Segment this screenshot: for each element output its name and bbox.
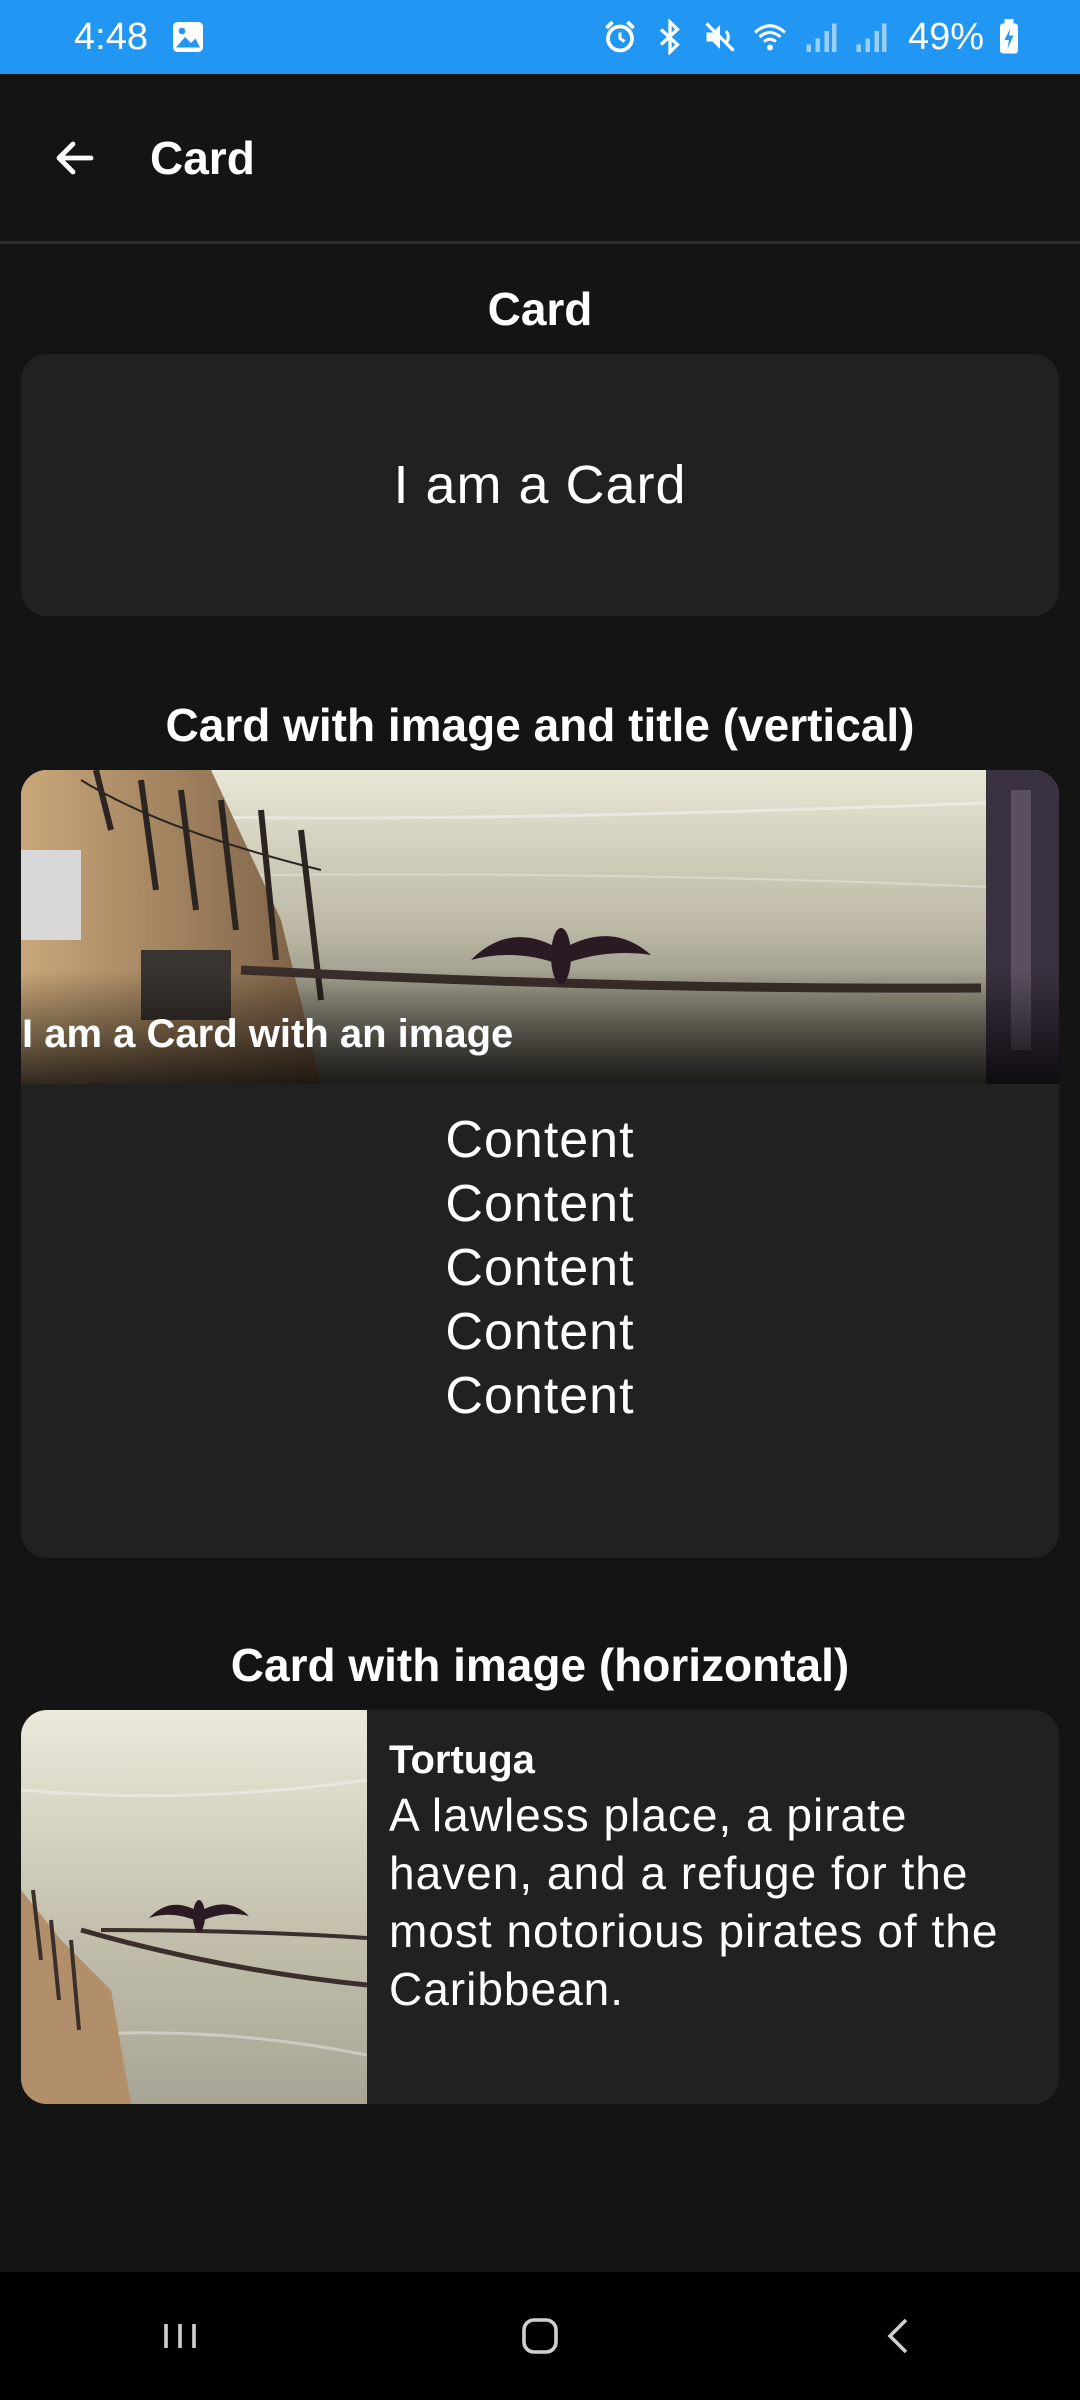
signal-icon <box>852 19 888 55</box>
card-description: A lawless place, a pirate haven, and a r… <box>389 1789 999 2015</box>
section-title-card: Card <box>487 283 593 335</box>
card-image <box>21 1710 367 2104</box>
back-button[interactable] <box>30 113 120 203</box>
status-bar: 4:48 49% <box>0 0 1080 74</box>
app-bar: Card <box>0 74 1080 244</box>
basic-card[interactable]: I am a Card <box>21 354 1059 616</box>
home-button[interactable] <box>490 2286 590 2386</box>
content-line: Content <box>445 1303 635 1361</box>
system-nav-bar <box>0 2272 1080 2400</box>
card-title: Tortuga <box>389 1738 535 1782</box>
content-line: Content <box>445 1111 635 1169</box>
back-nav-button[interactable] <box>850 2286 950 2386</box>
bluetooth-icon <box>652 19 688 55</box>
mute-icon <box>702 19 738 55</box>
section-title-horizontal: Card with image (horizontal) <box>230 1639 850 1691</box>
basic-card-text: I am a Card <box>393 455 687 515</box>
content-line: Content <box>445 1175 635 1233</box>
status-time: 4:48 <box>74 15 148 58</box>
battery-percentage: 49% <box>907 15 984 58</box>
section-title-vertical: Card with image and title (vertical) <box>165 699 915 751</box>
card-image-title: I am a Card with an image <box>22 1012 514 1056</box>
back-icon <box>887 2318 908 2354</box>
arrow-left-icon <box>56 141 94 174</box>
card-content: Content Content Content Content Content <box>0 1108 1080 1428</box>
home-icon <box>522 2318 558 2354</box>
recent-apps-icon <box>164 2324 196 2348</box>
content-line: Content <box>445 1239 635 1297</box>
page-title: Card <box>150 131 255 184</box>
gallery-icon <box>170 19 206 55</box>
horizontal-image-card[interactable]: Tortuga A lawless place, a pirate haven,… <box>21 1710 1059 2104</box>
recent-apps-button[interactable] <box>130 2286 230 2386</box>
alarm-icon <box>602 19 638 55</box>
wifi-icon <box>752 19 788 55</box>
content-line: Content <box>445 1367 635 1425</box>
signal-icon <box>802 19 838 55</box>
battery-charging-icon <box>998 19 1020 55</box>
